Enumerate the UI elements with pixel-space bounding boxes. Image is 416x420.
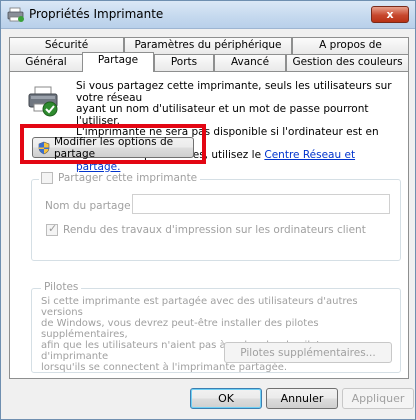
share-name-label: Nom du partage : [45, 200, 138, 212]
window-title: Propriétés Imprimante [29, 7, 164, 21]
tab-avance[interactable]: Avancé [214, 54, 286, 71]
printer-properties-window: Propriétés Imprimante x Sécurité Paramèt… [0, 0, 416, 420]
apply-button[interactable]: Appliquer [342, 388, 414, 409]
tab-general[interactable]: Général [9, 54, 83, 71]
sharing-panel: Si vous partagez cette imprimante, seuls… [9, 71, 409, 379]
info-line: Si vous partagez cette imprimante, seuls… [76, 80, 392, 104]
checkbox-checked[interactable] [46, 222, 58, 236]
uac-shield-icon [38, 141, 50, 154]
share-printer-checkbox[interactable]: Partager cette imprimante [39, 172, 201, 184]
title-bar[interactable]: Propriétés Imprimante x [1, 1, 415, 29]
render-jobs-checkbox[interactable]: Rendu des travaux d'impression sur les o… [46, 222, 366, 236]
tab-a-propos[interactable]: A propos de [292, 37, 409, 54]
drivers-line: Si cette imprimante est partagée avec de… [41, 296, 358, 318]
cancel-button[interactable]: Annuler [266, 388, 338, 409]
render-checkbox-label: Rendu des travaux d'impression sur les o… [63, 224, 366, 236]
modify-button-label: Modifier les options de partage [54, 135, 174, 160]
share-name-input[interactable] [132, 194, 390, 214]
tab-gestion-couleurs[interactable]: Gestion des couleurs [286, 54, 409, 71]
shared-printer-icon [28, 86, 58, 117]
share-checkbox-label: Partager cette imprimante [58, 172, 198, 184]
close-button[interactable]: x [371, 6, 409, 23]
printer-icon [7, 7, 24, 22]
additional-drivers-button[interactable]: Pilotes supplémentaires... [224, 342, 392, 363]
checkbox-unchecked[interactable] [41, 172, 53, 184]
drivers-group-title: Pilotes [41, 281, 82, 293]
modify-sharing-options-button[interactable]: Modifier les options de partage [32, 135, 194, 160]
drivers-line: lorsqu'ils se connectent à l'imprimante … [41, 362, 288, 373]
tab-ports[interactable]: Ports [154, 54, 214, 71]
share-group-box [31, 179, 401, 261]
drivers-line: de Windows, vous devrez peut-être instal… [41, 318, 319, 340]
tab-partage[interactable]: Partage [82, 52, 154, 72]
ok-button[interactable]: OK [190, 388, 262, 409]
